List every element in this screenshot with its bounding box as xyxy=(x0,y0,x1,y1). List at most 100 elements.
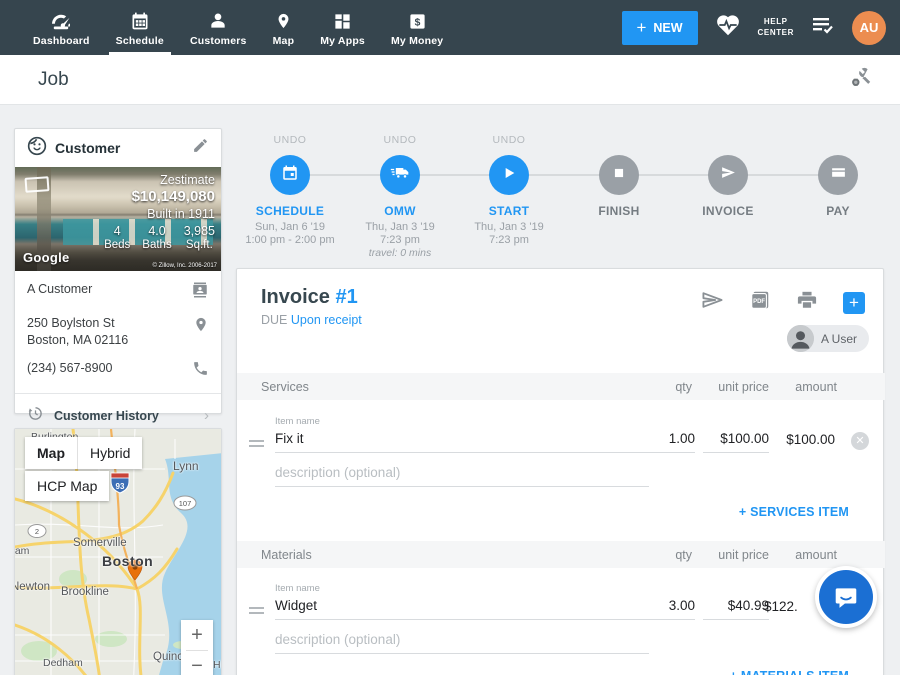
due-label: DUE xyxy=(261,313,287,327)
step-date: Thu, Jan 3 '19 xyxy=(345,221,455,233)
customer-card: Customer Zestimate $10,149,080 Built in … xyxy=(14,128,222,414)
undo-schedule-button[interactable]: UNDO xyxy=(235,134,345,148)
beds-label: Beds xyxy=(104,239,130,251)
new-button[interactable]: + NEW xyxy=(622,11,698,45)
sqft-value: 3,985 xyxy=(184,224,215,238)
map-type-toggle: Map Hybrid xyxy=(25,437,142,469)
add-materials-item-link[interactable]: + MATERIALS ITEM xyxy=(730,669,849,675)
zoom-in-button[interactable]: + xyxy=(181,620,213,650)
route-2-shield: 2 xyxy=(28,525,46,538)
delete-service-item-button[interactable]: ✕ xyxy=(851,432,869,450)
zestimate-label: Zestimate xyxy=(104,173,215,187)
invoice-actions: PDF + xyxy=(701,289,865,316)
map-label-boston: Boston xyxy=(102,553,153,569)
nav-item-label: My Money xyxy=(391,35,443,47)
job-settings-wrench-icon[interactable] xyxy=(846,65,872,94)
contact-card-icon[interactable] xyxy=(191,281,209,304)
undo-omw-button[interactable]: UNDO xyxy=(345,134,455,148)
customer-name: A Customer xyxy=(27,281,92,298)
nav-item-dashboard[interactable]: Dashboard xyxy=(20,0,103,55)
send-invoice-icon[interactable] xyxy=(701,290,724,315)
invoice-number[interactable]: #1 xyxy=(335,286,357,308)
drag-handle-icon[interactable] xyxy=(249,437,264,450)
service-qty-input[interactable] xyxy=(625,431,695,453)
send-icon xyxy=(720,164,737,186)
finish-step-button[interactable] xyxy=(599,155,639,195)
google-watermark: Google xyxy=(23,250,70,265)
nav-item-schedule[interactable]: Schedule xyxy=(103,0,177,55)
item-name-field-label: Item name xyxy=(275,583,320,594)
svg-text:$: $ xyxy=(414,17,420,28)
nav-item-label: Customers xyxy=(190,35,247,47)
step-label: START xyxy=(454,204,564,218)
add-services-item-link[interactable]: + SERVICES ITEM xyxy=(739,505,849,519)
amount-column-header: amount xyxy=(795,548,837,562)
truck-icon xyxy=(390,164,410,187)
svg-text:107: 107 xyxy=(179,499,192,508)
pdf-icon[interactable]: PDF xyxy=(749,289,771,316)
material-description-input[interactable] xyxy=(275,632,649,654)
omw-step-button[interactable] xyxy=(380,155,420,195)
start-step-button[interactable] xyxy=(489,155,529,195)
materials-header: Materials qty unit price amount xyxy=(237,541,885,568)
sqft-label: Sq.ft. xyxy=(184,239,215,251)
material-qty-input[interactable] xyxy=(625,598,695,620)
add-invoice-item-button[interactable]: + xyxy=(843,292,865,314)
map-zoom-control: + − xyxy=(181,620,213,675)
service-unit-price-input[interactable] xyxy=(703,431,769,453)
edit-pencil-icon[interactable] xyxy=(192,137,209,159)
map-type-map-button[interactable]: Map xyxy=(25,437,77,469)
item-name-field-label: Item name xyxy=(275,416,320,427)
timeline-step-invoice: INVOICE xyxy=(673,134,783,218)
streetview-frame-icon xyxy=(25,176,50,193)
zoom-out-button[interactable]: − xyxy=(181,651,213,675)
location-pin-icon[interactable] xyxy=(193,315,209,339)
service-amount: $100.00 xyxy=(786,432,835,447)
nav-item-label: Dashboard xyxy=(33,35,90,47)
timeline-step-schedule: UNDO SCHEDULE Sun, Jan 6 '19 1:00 pm - 2… xyxy=(235,134,345,246)
due-value-link[interactable]: Upon receipt xyxy=(291,313,362,327)
material-item-name-input[interactable] xyxy=(275,598,649,620)
customer-phone: (234) 567-8900 xyxy=(27,360,112,377)
materials-section-title: Materials xyxy=(261,548,312,562)
service-item-name-input[interactable] xyxy=(275,431,649,453)
phone-icon[interactable] xyxy=(192,360,209,382)
property-photo[interactable]: Zestimate $10,149,080 Built in 1911 4Bed… xyxy=(15,167,221,271)
timeline-step-finish: FINISH xyxy=(564,134,674,218)
zestimate-value: $10,149,080 xyxy=(104,188,215,205)
step-date: Thu, Jan 3 '19 xyxy=(454,221,564,233)
map-label-hingham: Hi xyxy=(213,659,222,671)
pay-step-button[interactable] xyxy=(818,155,858,195)
help-center-link[interactable]: HELP CENTER xyxy=(758,17,795,39)
schedule-calendar-icon xyxy=(130,9,150,31)
hcp-map-button[interactable]: HCP Map xyxy=(25,471,109,501)
map-label-newton: Newton xyxy=(14,581,50,593)
schedule-step-button[interactable] xyxy=(270,155,310,195)
tasks-check-icon[interactable] xyxy=(811,15,835,40)
user-avatar[interactable]: AU xyxy=(852,11,886,45)
undo-start-button[interactable]: UNDO xyxy=(454,134,564,148)
map-label-brookline: Brookline xyxy=(61,586,109,598)
address-line2: Boston, MA 02116 xyxy=(27,333,128,347)
timeline-step-omw: UNDO OMW Thu, Jan 3 '19 7:23 pm travel: … xyxy=(345,134,455,259)
map-card: 93 107 2 Burlington Lynn Somerville Bost… xyxy=(14,428,222,675)
chat-launcher[interactable] xyxy=(815,566,877,628)
nav-item-my-money[interactable]: $ My Money xyxy=(378,0,456,55)
nav-item-my-apps[interactable]: My Apps xyxy=(307,0,378,55)
new-button-label: NEW xyxy=(653,21,682,35)
assignee-chip[interactable]: A User xyxy=(787,325,869,352)
service-description-input[interactable] xyxy=(275,465,649,487)
zestimate-overlay: Zestimate $10,149,080 Built in 1911 4Bed… xyxy=(104,173,215,251)
nav-right-controls: + NEW HELP CENTER AU xyxy=(622,0,900,55)
nav-item-customers[interactable]: Customers xyxy=(177,0,260,55)
app-screen: Dashboard Schedule Customers Map xyxy=(0,0,900,675)
timeline-step-pay: PAY xyxy=(783,134,893,218)
invoice-step-button[interactable] xyxy=(708,155,748,195)
print-icon[interactable] xyxy=(796,290,818,315)
map-type-hybrid-button[interactable]: Hybrid xyxy=(78,437,142,469)
step-time: 7:23 pm xyxy=(454,234,564,246)
drag-handle-icon[interactable] xyxy=(249,604,264,617)
heart-pulse-icon[interactable] xyxy=(715,13,741,42)
nav-item-map[interactable]: Map xyxy=(260,0,308,55)
material-unit-price-input[interactable] xyxy=(703,598,769,620)
